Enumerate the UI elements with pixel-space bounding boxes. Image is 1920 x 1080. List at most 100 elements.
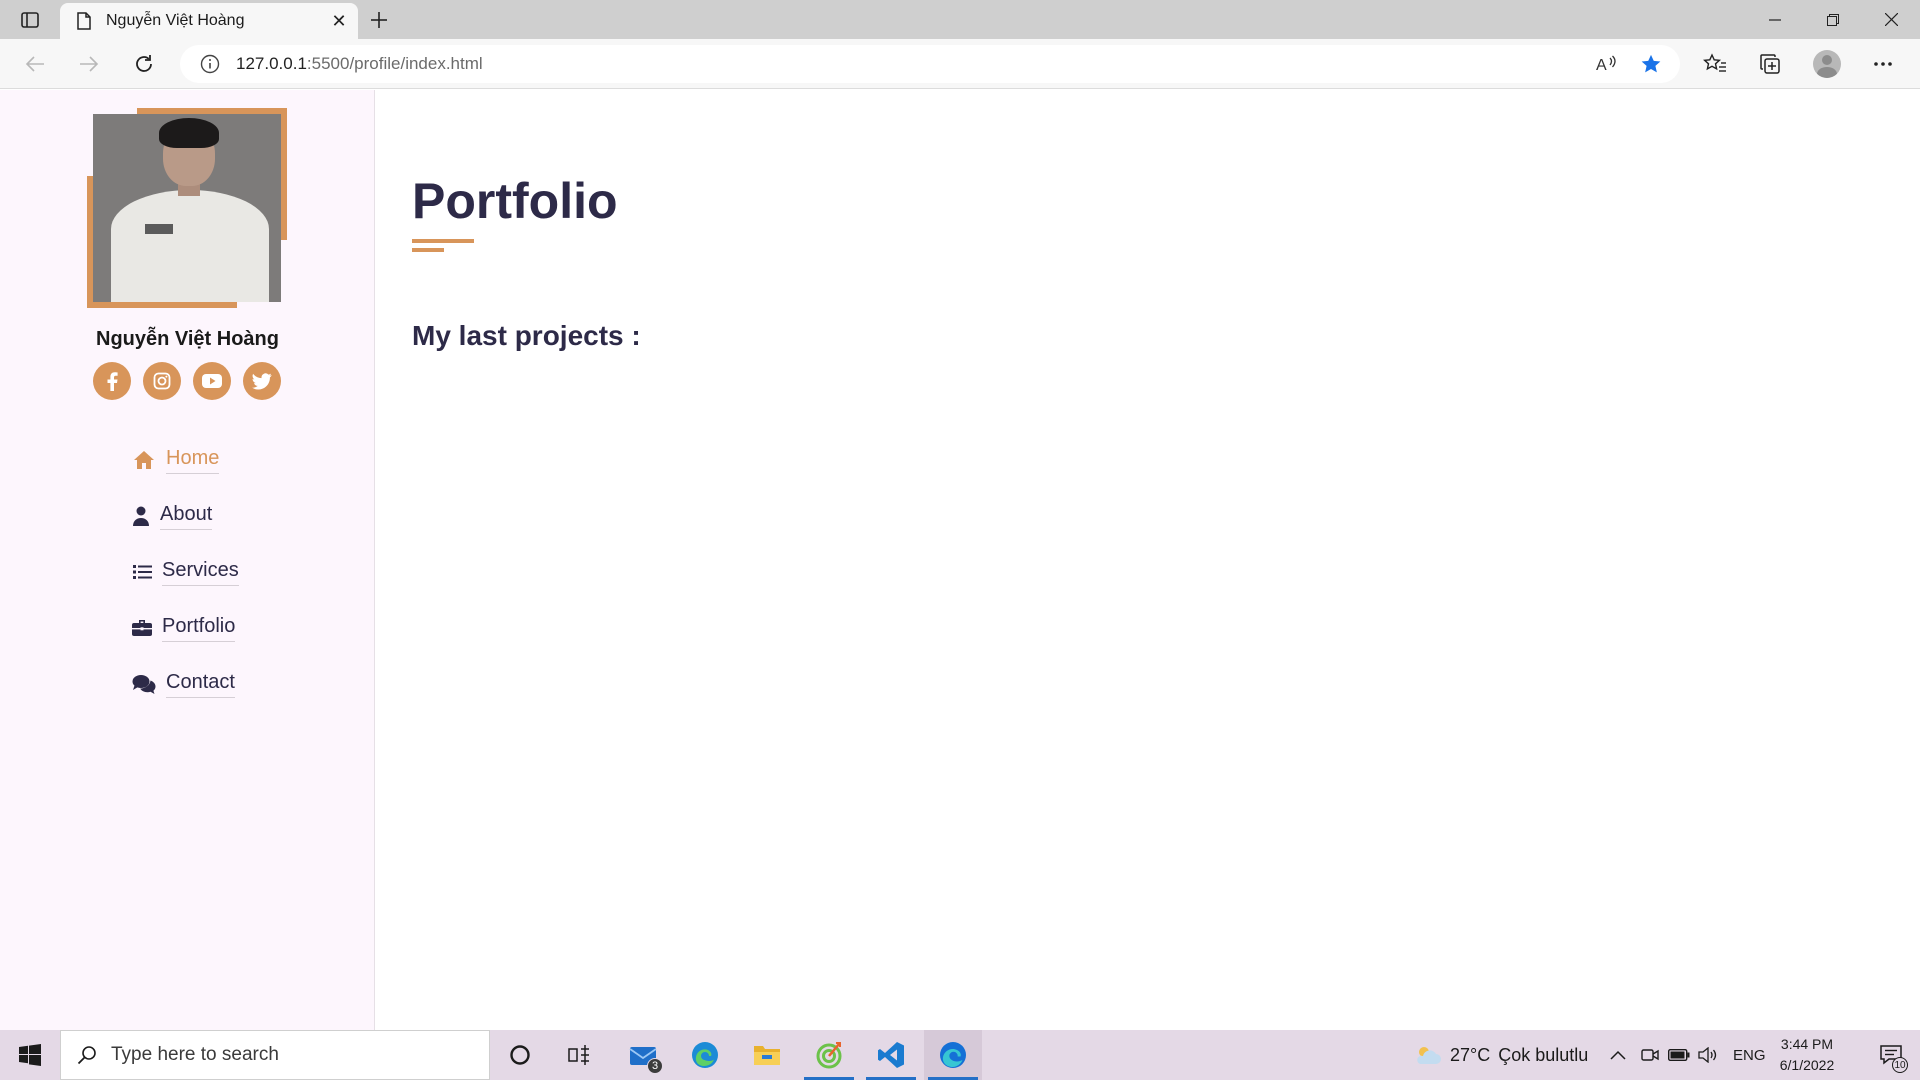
twitter-icon xyxy=(252,372,272,389)
vscode-app-button[interactable] xyxy=(862,1030,920,1080)
browser-tab[interactable]: Nguyễn Việt Hoàng ✕ xyxy=(60,3,358,39)
avatar xyxy=(1813,50,1841,78)
settings-menu-button[interactable] xyxy=(1866,47,1900,81)
minimize-icon xyxy=(1769,18,1781,21)
weather-description: Çok bulutlu xyxy=(1498,1044,1589,1065)
nav-item-home[interactable]: Home xyxy=(132,442,220,478)
address-bar[interactable]: 127.0.0.1:5500/profile/index.html xyxy=(180,45,1680,83)
nav-label: Contact xyxy=(166,671,235,698)
notification-count-badge: 10 xyxy=(1892,1057,1908,1073)
tab-actions-button[interactable] xyxy=(12,7,48,33)
nav-label: Portfolio xyxy=(162,615,236,642)
volume-button[interactable] xyxy=(1698,1030,1718,1080)
list-icon xyxy=(132,560,152,584)
edge-dev-app-button[interactable] xyxy=(676,1030,734,1080)
edge-icon xyxy=(692,1042,718,1068)
file-explorer-button[interactable] xyxy=(738,1030,796,1080)
page-title: Portfolio xyxy=(412,173,618,229)
facebook-link[interactable] xyxy=(93,362,131,400)
profile-image xyxy=(93,114,281,302)
nav-item-contact[interactable]: Contact xyxy=(132,666,235,702)
vscode-icon xyxy=(878,1042,904,1068)
battery-icon xyxy=(1668,1049,1690,1061)
browser-toolbar: 127.0.0.1:5500/profile/index.html A xyxy=(0,39,1920,89)
read-aloud-icon: A xyxy=(1596,55,1616,74)
page-viewport: Nguyễn Việt Hoàng Home About Services Po… xyxy=(0,90,1920,1030)
profile-photo xyxy=(87,108,287,308)
minimize-button[interactable] xyxy=(1746,0,1804,39)
refresh-button[interactable] xyxy=(127,47,161,81)
profile-button[interactable] xyxy=(1810,47,1844,81)
meet-now-button[interactable] xyxy=(1641,1030,1659,1080)
favorites-list-icon xyxy=(1703,53,1726,72)
arrow-left-icon xyxy=(25,56,44,72)
nav-item-services[interactable]: Services xyxy=(132,554,239,590)
nav-item-about[interactable]: About xyxy=(132,498,213,534)
task-view-button[interactable] xyxy=(550,1030,608,1080)
youtube-link[interactable] xyxy=(193,362,231,400)
new-tab-button[interactable] xyxy=(364,5,394,35)
restore-icon xyxy=(1827,13,1839,26)
clock-date: 6/1/2022 xyxy=(1779,1057,1835,1073)
nav-label: Home xyxy=(166,447,220,474)
youtube-icon xyxy=(202,374,222,388)
title-underline xyxy=(412,248,444,252)
read-aloud-button[interactable]: A xyxy=(1589,47,1623,81)
forward-button[interactable] xyxy=(72,47,106,81)
twitter-link[interactable] xyxy=(243,362,281,400)
nav-item-portfolio[interactable]: Portfolio xyxy=(132,610,236,646)
close-icon xyxy=(1884,13,1898,26)
back-button[interactable] xyxy=(18,47,52,81)
edge-icon xyxy=(940,1042,966,1068)
battery-button[interactable] xyxy=(1668,1030,1690,1080)
start-button[interactable] xyxy=(0,1030,60,1080)
site-info-icon[interactable] xyxy=(200,54,220,74)
taskbar-search-input[interactable]: Type here to search xyxy=(60,1030,490,1080)
instagram-icon xyxy=(153,372,171,390)
sidebar: Nguyễn Việt Hoàng Home About Services Po… xyxy=(0,90,375,1030)
browser-tab-bar: Nguyễn Việt Hoàng ✕ xyxy=(0,0,1920,39)
input-language-button[interactable]: ENG xyxy=(1733,1030,1766,1080)
facebook-icon xyxy=(107,372,118,391)
collections-icon xyxy=(1760,54,1780,74)
tab-title: Nguyễn Việt Hoàng xyxy=(106,12,245,29)
page-icon xyxy=(74,11,94,31)
close-tab-icon[interactable]: ✕ xyxy=(324,6,354,36)
action-center-button[interactable]: 10 xyxy=(1862,1030,1920,1080)
instagram-link[interactable] xyxy=(143,362,181,400)
collections-button[interactable] xyxy=(1753,47,1787,81)
close-window-button[interactable] xyxy=(1862,0,1920,39)
show-hidden-icons-button[interactable] xyxy=(1610,1030,1626,1080)
star-filled-icon xyxy=(1641,54,1661,73)
taskbar-clock[interactable]: 3:44 PM 6/1/2022 xyxy=(1772,1034,1842,1076)
arrow-right-icon xyxy=(80,56,99,72)
weather-widget[interactable]: 27°C Çok bulutlu xyxy=(1412,1030,1588,1080)
comments-icon xyxy=(132,672,156,696)
weather-temperature: 27°C xyxy=(1450,1044,1491,1065)
restore-button[interactable] xyxy=(1804,0,1862,39)
home-icon xyxy=(132,448,156,472)
more-horizontal-icon xyxy=(1874,62,1892,66)
url-host: 127.0.0.1 xyxy=(236,54,307,73)
chevron-up-icon xyxy=(1610,1050,1626,1060)
cortana-button[interactable] xyxy=(491,1030,549,1080)
favorite-star-button[interactable] xyxy=(1634,47,1668,81)
title-underline xyxy=(412,239,474,243)
cortana-icon xyxy=(510,1045,530,1065)
url-text: 127.0.0.1:5500/profile/index.html xyxy=(236,54,483,74)
edge-app-button[interactable] xyxy=(924,1030,982,1080)
language-indicator: ENG xyxy=(1733,1046,1766,1064)
refresh-icon xyxy=(136,55,152,72)
app-button-green[interactable] xyxy=(800,1030,858,1080)
url-path: :5500/profile/index.html xyxy=(306,54,483,73)
nav-label: About xyxy=(160,503,213,530)
svg-text:A: A xyxy=(1596,57,1607,74)
task-view-icon xyxy=(568,1045,589,1065)
app-target-icon xyxy=(816,1042,842,1069)
clock-time: 3:44 PM xyxy=(1780,1036,1834,1052)
profile-name: Nguyễn Việt Hoàng xyxy=(96,328,279,350)
nav-label: Services xyxy=(162,559,239,586)
mail-app-button[interactable]: 3 xyxy=(615,1030,673,1080)
favorites-button[interactable] xyxy=(1698,47,1732,81)
windows-taskbar: Type here to search 3 27°C Çok bulutlu E… xyxy=(0,1030,1920,1080)
